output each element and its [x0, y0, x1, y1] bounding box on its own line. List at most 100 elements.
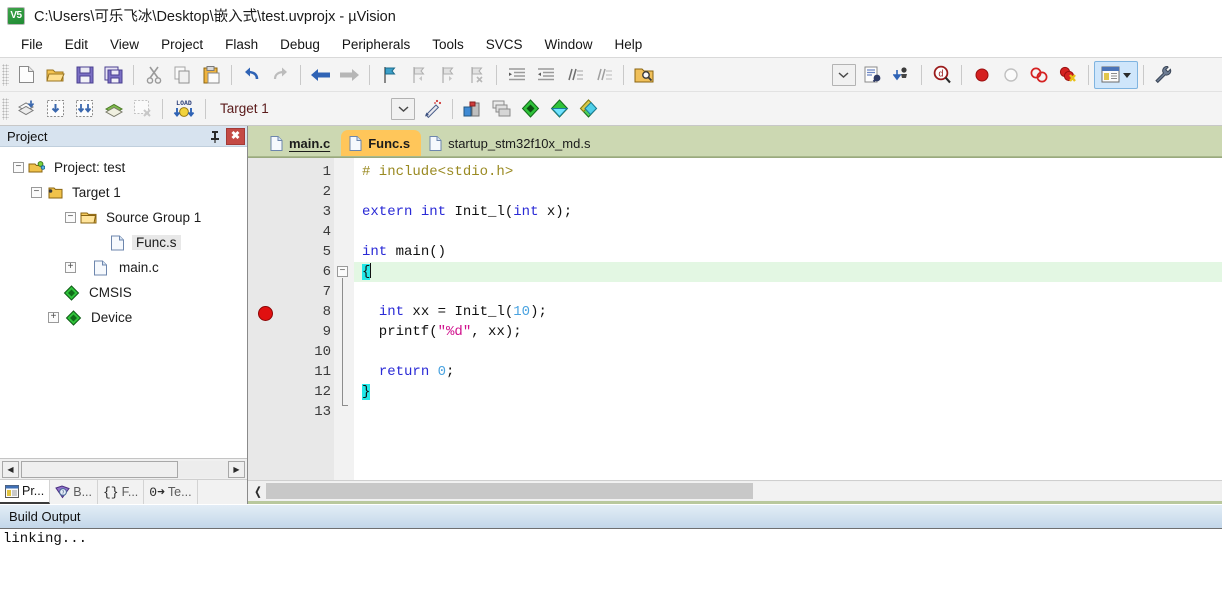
target-options-wizard-icon[interactable] [418, 95, 447, 123]
bookmark-prev-icon[interactable] [404, 61, 433, 89]
download-icon[interactable] [887, 61, 916, 89]
new-file-icon[interactable] [12, 61, 41, 89]
code-line[interactable]: extern int Init_l(int x); [354, 202, 1222, 222]
magnifier-d-icon[interactable]: d [927, 61, 956, 89]
paste-icon[interactable] [197, 61, 226, 89]
indent-left-icon[interactable] [531, 61, 560, 89]
stop-build-icon[interactable] [128, 95, 157, 123]
code-line-highlighted[interactable]: { [354, 262, 1222, 282]
tree-node-main-c[interactable]: + main.c [1, 255, 246, 280]
menu-debug[interactable]: Debug [269, 35, 331, 54]
menu-tools[interactable]: Tools [421, 35, 475, 54]
target-selector-label[interactable]: Target 1 [220, 101, 269, 116]
redo-icon[interactable] [266, 61, 295, 89]
navigate-forward-icon[interactable] [335, 61, 364, 89]
cut-icon[interactable] [139, 61, 168, 89]
fold-collapse-icon[interactable]: − [337, 266, 348, 277]
pin-icon[interactable] [206, 128, 223, 145]
code-line[interactable]: int main() [354, 242, 1222, 262]
toolbar-grip[interactable] [2, 63, 9, 86]
breakpoint-icon[interactable] [967, 61, 996, 89]
save-all-icon[interactable] [99, 61, 128, 89]
expander-icon[interactable]: + [48, 312, 59, 323]
tree-node-project[interactable]: − Project: test [1, 155, 246, 180]
scrollbar-track[interactable] [19, 460, 228, 478]
code-line[interactable] [354, 182, 1222, 202]
bookmark-toggle-icon[interactable] [375, 61, 404, 89]
manage-multi-project-icon[interactable] [487, 95, 516, 123]
tree-node-func-s[interactable]: Func.s [1, 230, 246, 255]
code-line[interactable]: return 0; [354, 362, 1222, 382]
menu-help[interactable]: Help [604, 35, 654, 54]
scroll-left-icon[interactable]: ◀ [2, 460, 19, 478]
menu-window[interactable]: Window [533, 35, 603, 54]
code-fold-gutter[interactable]: − [334, 158, 354, 480]
editor-hscrollbar[interactable]: ❬ [248, 480, 1222, 501]
breakpoint-disable-all-icon[interactable] [1025, 61, 1054, 89]
build-output-body[interactable]: linking... [0, 529, 1222, 606]
scrollbar-track[interactable] [266, 482, 1220, 500]
uncomment-icon[interactable] [589, 61, 618, 89]
debug-session-icon[interactable] [858, 61, 887, 89]
breakpoint-marker[interactable] [258, 306, 273, 321]
tree-node-target[interactable]: − Target 1 [1, 180, 246, 205]
expander-icon[interactable]: − [13, 162, 24, 173]
expander-icon[interactable]: − [31, 187, 42, 198]
copy-icon[interactable] [168, 61, 197, 89]
pane-tab-books[interactable]: ? B... [50, 480, 98, 504]
scrollbar-thumb[interactable] [266, 483, 753, 499]
translate-icon[interactable] [12, 95, 41, 123]
code-line[interactable] [354, 222, 1222, 242]
project-tree[interactable]: − Project: test − Target 1 − Source Grou… [0, 147, 247, 458]
scroll-right-icon[interactable]: ▶ [228, 460, 245, 478]
code-text[interactable]: # include<stdio.h> extern int Init_l(int… [354, 158, 1222, 480]
bookmark-next-icon[interactable] [433, 61, 462, 89]
menu-peripherals[interactable]: Peripherals [331, 35, 421, 54]
target-dropdown-chevron-down-icon[interactable] [389, 95, 418, 123]
load-icon[interactable]: LOAD [168, 95, 200, 123]
comment-icon[interactable] [560, 61, 589, 89]
bookmark-clear-icon[interactable] [462, 61, 491, 89]
undo-icon[interactable] [237, 61, 266, 89]
code-line[interactable]: printf("%d", xx); [354, 322, 1222, 342]
code-line[interactable] [354, 342, 1222, 362]
pane-tab-functions[interactable]: {} F... [98, 480, 145, 504]
select-software-packs-icon[interactable] [574, 95, 603, 123]
navigate-back-icon[interactable] [306, 61, 335, 89]
scrollbar-thumb[interactable] [21, 460, 178, 478]
code-line[interactable] [354, 282, 1222, 302]
pane-tab-templates[interactable]: 0➜ Te... [144, 480, 198, 504]
find-in-files-icon[interactable] [629, 61, 658, 89]
expander-icon[interactable]: − [65, 212, 76, 223]
code-editor[interactable]: 1 2 3 4 5 6 7 8 9 10 11 12 13 − # includ… [248, 157, 1222, 480]
scroll-left-icon[interactable]: ❬ [250, 482, 266, 500]
tree-node-device[interactable]: + Device [1, 305, 246, 330]
menu-svcs[interactable]: SVCS [475, 35, 534, 54]
pane-tab-project[interactable]: Pr... [0, 480, 51, 504]
editor-tab-startup-s[interactable]: startup_stm32f10x_md.s [421, 130, 602, 156]
menu-project[interactable]: Project [150, 35, 214, 54]
close-icon[interactable]: ✖ [226, 127, 245, 145]
code-line[interactable]: } [354, 382, 1222, 402]
project-tree-hscrollbar[interactable]: ◀ ▶ [0, 458, 247, 479]
tree-node-cmsis[interactable]: CMSIS [1, 280, 246, 305]
batch-build-icon[interactable] [99, 95, 128, 123]
breakpoint-disable-icon[interactable] [996, 61, 1025, 89]
rebuild-icon[interactable] [70, 95, 99, 123]
breakpoint-kill-all-icon[interactable] [1054, 61, 1083, 89]
build-icon[interactable] [41, 95, 70, 123]
editor-tab-func-s[interactable]: Func.s [341, 130, 422, 156]
breakpoint-gutter[interactable] [248, 158, 296, 480]
code-line[interactable]: int xx = Init_l(10); [354, 302, 1222, 322]
save-icon[interactable] [70, 61, 99, 89]
expander-icon[interactable]: + [65, 262, 76, 273]
window-panel-icon[interactable] [1094, 60, 1138, 89]
menu-view[interactable]: View [99, 35, 150, 54]
target-options-icon[interactable] [458, 95, 487, 123]
chevron-down-icon[interactable] [829, 61, 858, 89]
menu-flash[interactable]: Flash [214, 35, 269, 54]
pack-installer-icon[interactable] [516, 95, 545, 123]
editor-tab-main-c[interactable]: main.c [262, 130, 342, 156]
menu-file[interactable]: File [10, 35, 54, 54]
toolbar-grip[interactable] [2, 97, 9, 120]
